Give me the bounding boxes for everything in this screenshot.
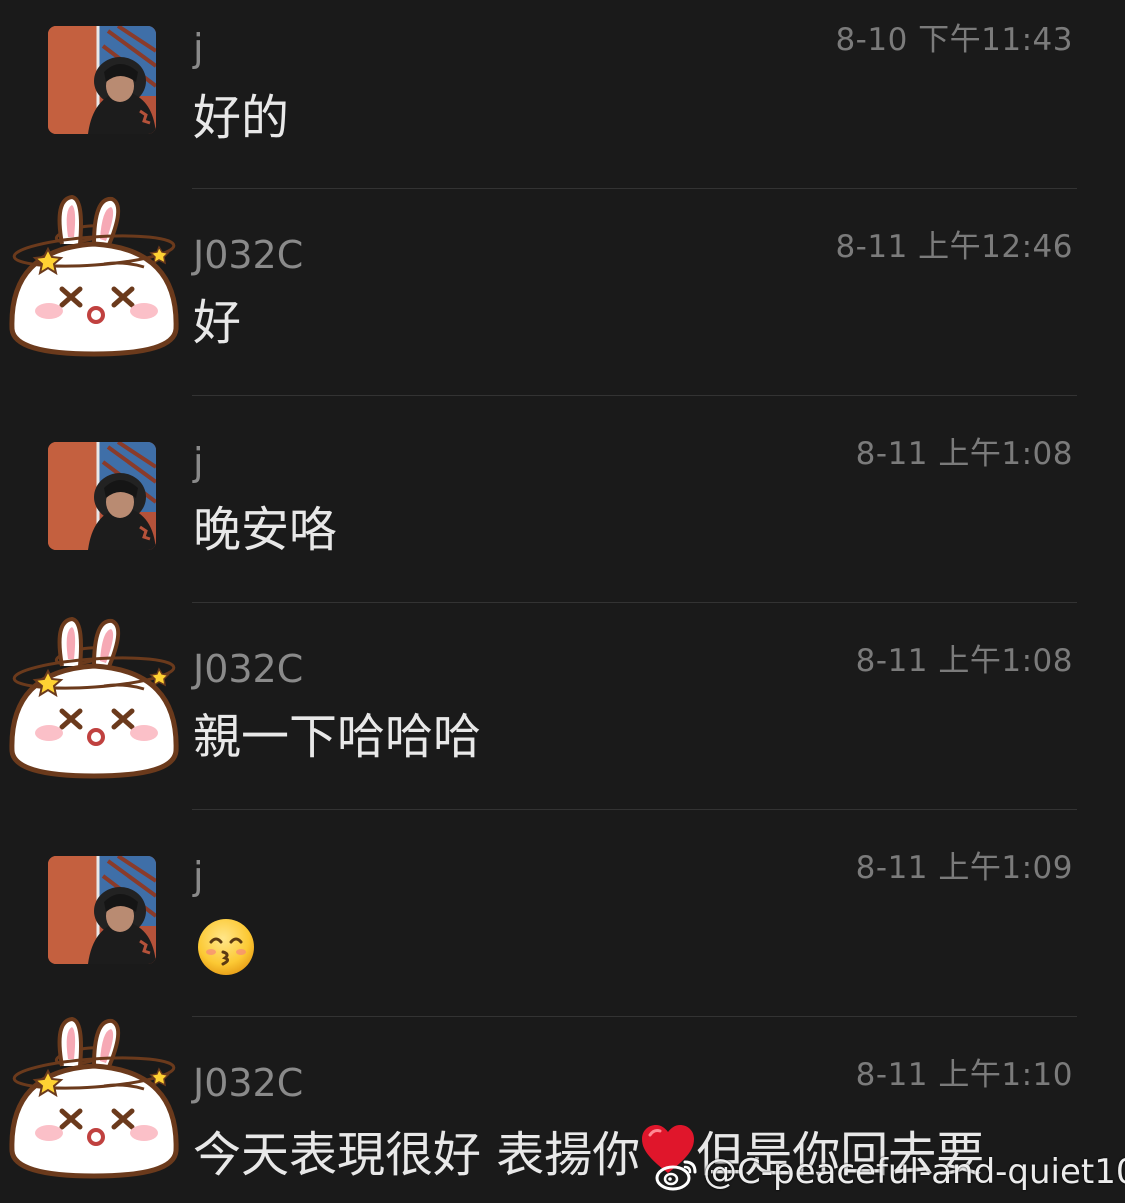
message-row[interactable]: J032C 8-11 上午1:08 親一下哈哈哈: [0, 603, 1125, 810]
photo-avatar[interactable]: [48, 856, 156, 964]
message-timestamp: 8-11 上午1:09: [855, 850, 1073, 886]
message-text: 好的: [193, 90, 290, 146]
message-timestamp: 8-11 上午1:08: [855, 643, 1073, 679]
sender-name: j: [193, 854, 204, 898]
message-timestamp: 8-11 上午1:08: [855, 436, 1073, 472]
sender-name: j: [193, 440, 204, 484]
message-row[interactable]: J032C 8-11 上午12:46 好: [0, 189, 1125, 396]
sender-name: J032C: [193, 233, 304, 277]
message-row[interactable]: j 8-11 上午1:09: [0, 810, 1125, 1017]
bunny-avatar[interactable]: [4, 1011, 184, 1191]
message-timestamp: 8-11 上午1:10: [855, 1057, 1073, 1093]
sender-name: J032C: [193, 1061, 304, 1105]
sender-name: J032C: [193, 647, 304, 691]
watermark-text: @C-peaceful-and-quiet1011: [703, 1152, 1125, 1192]
kissing-face-emoji: [197, 918, 255, 976]
photo-avatar[interactable]: [48, 26, 156, 134]
weibo-icon: [655, 1156, 699, 1192]
bunny-avatar[interactable]: [4, 611, 184, 791]
message-row[interactable]: j 8-10 下午11:43 好的: [0, 0, 1125, 207]
bunny-avatar[interactable]: [4, 189, 184, 369]
message-text: 好: [193, 295, 242, 351]
message-row[interactable]: j 8-11 上午1:08 晚安咯: [0, 396, 1125, 603]
watermark: @C-peaceful-and-quiet1011: [655, 1150, 1125, 1194]
sender-name: j: [193, 26, 204, 70]
message-text: 晚安咯: [193, 502, 338, 558]
chat-list: j 8-10 下午11:43 好的 J032C 8-11 上午12:46 好 j…: [0, 0, 1125, 1201]
message-timestamp: 8-10 下午11:43: [835, 22, 1073, 58]
message-text: 親一下哈哈哈: [193, 709, 482, 765]
message-timestamp: 8-11 上午12:46: [835, 229, 1073, 265]
photo-avatar[interactable]: [48, 442, 156, 550]
message-text-part: 今天表現很好 表揚你: [193, 1127, 641, 1183]
